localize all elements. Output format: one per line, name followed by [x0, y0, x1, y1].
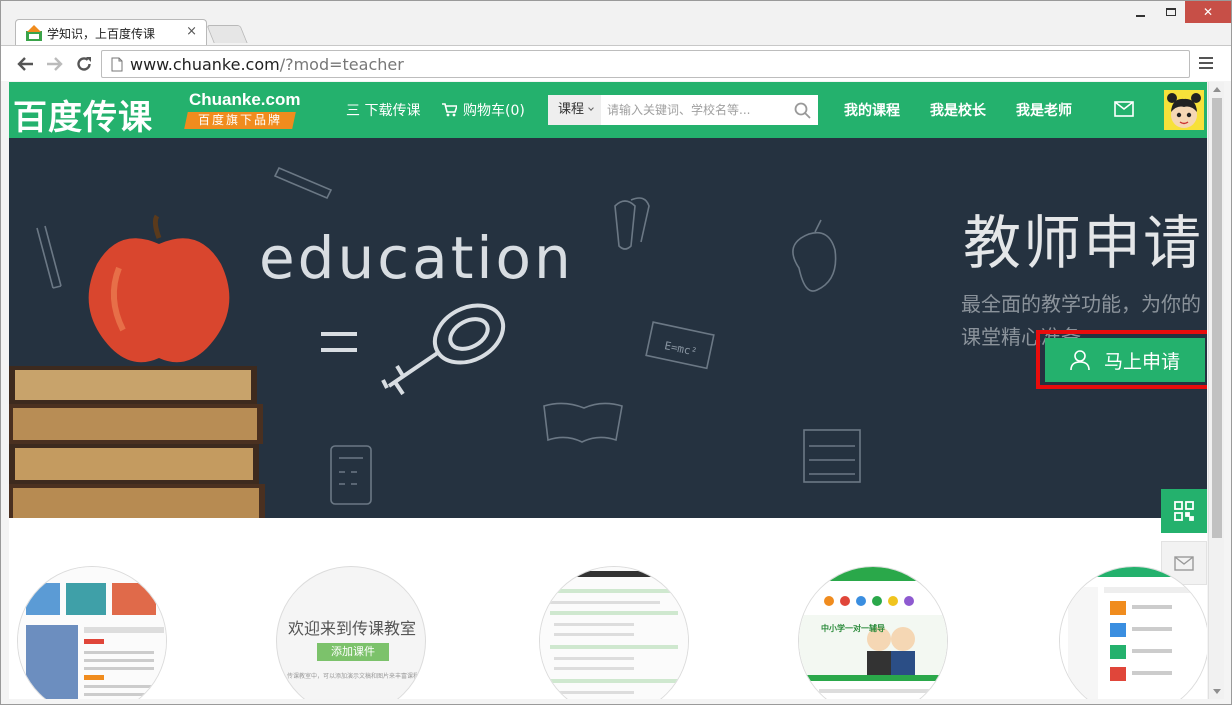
- cartoon-avatar-icon: [1164, 90, 1204, 130]
- minimize-icon: [1135, 14, 1145, 17]
- url-text: www.chuanke.com/?mod=teacher: [130, 55, 404, 74]
- feature-circle-tutoring[interactable]: 中小学一对一辅导: [798, 566, 948, 699]
- logo-tagline: 百度旗下品牌: [184, 112, 296, 129]
- search-input[interactable]: [607, 95, 787, 125]
- nav-i-am-principal[interactable]: 我是校长: [930, 100, 986, 120]
- classroom-note: 传课教室中，可以添加演示文稿和图片来丰富课程内容: [287, 673, 417, 680]
- feature-circle-course-page[interactable]: [17, 566, 167, 699]
- chuanke-favicon-icon: [26, 25, 42, 41]
- float-qrcode-button[interactable]: [1161, 489, 1207, 533]
- minimize-button[interactable]: [1125, 1, 1155, 23]
- search-scope-select[interactable]: 课程: [548, 95, 601, 125]
- envelope-icon: [1174, 555, 1194, 571]
- feature-circle-classroom[interactable]: 欢迎来到传课教室 添加课件 传课教室中，可以添加演示文稿和图片来丰富课程内容: [276, 566, 426, 699]
- new-tab-button[interactable]: [206, 25, 248, 43]
- classroom-welcome-title: 欢迎来到传课教室: [287, 619, 416, 638]
- scroll-down-icon[interactable]: [1213, 689, 1221, 694]
- user-icon: [1070, 350, 1090, 371]
- feature-circle-course-manage[interactable]: [539, 566, 689, 699]
- education-chalk-text: education: [259, 224, 574, 292]
- logo-chinese[interactable]: 百度传课: [13, 90, 153, 139]
- scroll-thumb[interactable]: [1212, 98, 1222, 538]
- qrcode-icon: [1174, 501, 1194, 521]
- course-manage-thumbnail: [540, 567, 688, 699]
- formula-text: E=mc²: [663, 339, 698, 359]
- maximize-icon: [1166, 8, 1176, 16]
- forward-button[interactable]: [43, 53, 65, 75]
- user-avatar[interactable]: [1164, 90, 1204, 130]
- reload-icon: [77, 57, 91, 71]
- page-icon: [111, 57, 123, 72]
- page-scrollbar[interactable]: [1208, 82, 1224, 699]
- apply-now-button[interactable]: 马上申请: [1045, 338, 1205, 382]
- teacher-apply-banner: E=mc² education 教师申请 最全面的教学功能，为你的课堂精心准备。: [9, 138, 1207, 518]
- close-window-button[interactable]: ✕: [1185, 1, 1231, 23]
- course-page-thumbnail: [18, 567, 166, 699]
- search-icon[interactable]: [794, 102, 811, 119]
- banner-title: 教师申请: [963, 209, 1204, 277]
- cart-icon: [442, 103, 457, 117]
- reload-button[interactable]: [73, 53, 95, 75]
- add-courseware-button: 添加课件: [317, 643, 389, 661]
- forward-arrow-icon: [47, 57, 63, 71]
- tab-close-icon[interactable]: ×: [186, 24, 197, 40]
- site-header: 百度传课 Chuanke.com 百度旗下品牌 三 下载传课 购物车(0) 课程…: [9, 82, 1207, 138]
- tutoring-heading: 中小学一对一辅导: [821, 624, 885, 633]
- browser-tab[interactable]: 学知识，上百度传课 ×: [15, 19, 207, 46]
- app-panel-thumbnail: [1060, 567, 1207, 699]
- address-bar[interactable]: www.chuanke.com/?mod=teacher: [101, 50, 1190, 78]
- nav-my-courses[interactable]: 我的课程: [844, 100, 900, 120]
- tab-title: 学知识，上百度传课: [47, 27, 156, 41]
- browser-menu-icon[interactable]: [1199, 55, 1215, 71]
- page-viewport: 百度传课 Chuanke.com 百度旗下品牌 三 下载传课 购物车(0) 课程…: [9, 82, 1207, 699]
- browser-window: 学知识，上百度传课 × ✕ www.chuanke.com/?mod=teach…: [0, 0, 1232, 705]
- mail-icon[interactable]: [1114, 101, 1134, 117]
- nav-download-link[interactable]: 三 下载传课: [346, 100, 420, 120]
- close-icon: ✕: [1202, 5, 1214, 19]
- back-button[interactable]: [15, 53, 37, 75]
- chevron-down-icon: [588, 105, 594, 111]
- title-bar: 学知识，上百度传课 × ✕: [1, 1, 1231, 46]
- feature-circle-app[interactable]: [1059, 566, 1207, 699]
- logo-english[interactable]: Chuanke.com: [189, 90, 300, 110]
- maximize-button[interactable]: [1157, 1, 1185, 23]
- scroll-up-icon[interactable]: [1213, 87, 1221, 92]
- nav-i-am-teacher[interactable]: 我是老师: [1016, 100, 1072, 120]
- search-box: 课程: [548, 95, 818, 125]
- browser-toolbar: www.chuanke.com/?mod=teacher: [1, 45, 1231, 81]
- nav-cart-link[interactable]: 购物车(0): [442, 100, 525, 120]
- back-arrow-icon: [17, 57, 33, 71]
